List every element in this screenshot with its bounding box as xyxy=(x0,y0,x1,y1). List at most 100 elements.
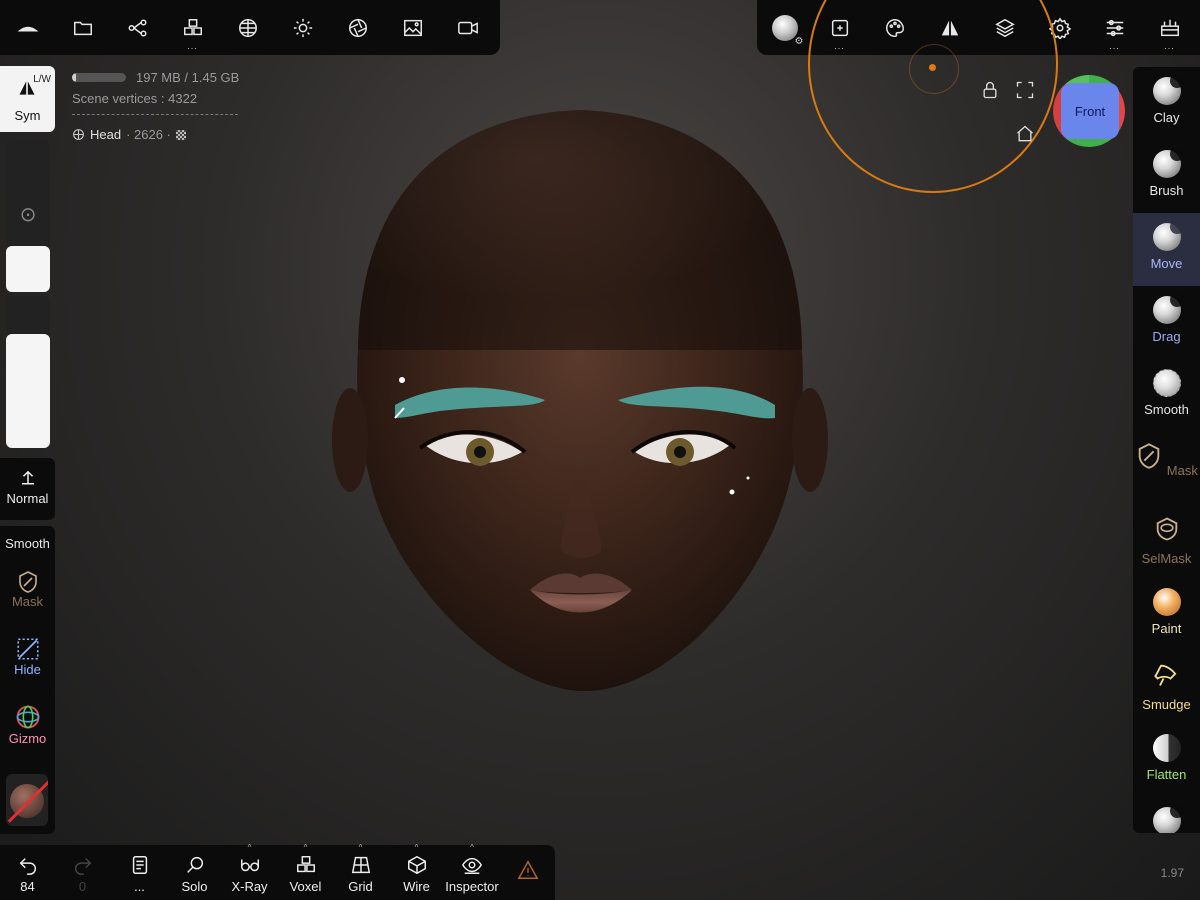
bottom-toolbar: 84 0 ... Solo ^ X-Ray ^ Voxel ^ Grid ^ W… xyxy=(0,843,555,900)
scene-info: 197 MB / 1.45 GB Scene vertices : 4322 H… xyxy=(72,70,239,142)
interface-icon[interactable]: ... xyxy=(1142,0,1197,55)
tool-clay[interactable]: Clay xyxy=(1133,67,1200,140)
object-row[interactable]: Head · 2626 · xyxy=(72,127,239,142)
tool-mask-label: Mask xyxy=(1166,463,1198,478)
more-dots: ... xyxy=(1109,41,1120,51)
tool-drag[interactable]: Drag xyxy=(1133,286,1200,359)
version-label: 1.97 xyxy=(1160,866,1184,880)
left-tool-gizmo[interactable]: Gizmo xyxy=(0,703,55,746)
smudge-icon xyxy=(1153,664,1176,686)
hide-icon xyxy=(16,638,39,660)
left-tool-mask-label: Mask xyxy=(11,594,44,609)
more-dots: ... xyxy=(1164,41,1175,51)
grid-label: Grid xyxy=(348,879,373,894)
tool-flatten[interactable]: Flatten xyxy=(1133,724,1200,797)
radius-slider[interactable]: ⊙ xyxy=(6,140,50,292)
light-icon[interactable] xyxy=(275,0,330,55)
vertices-label: Scene vertices : xyxy=(72,91,165,106)
tool-selmask-label: SelMask xyxy=(1141,551,1192,566)
divider xyxy=(72,114,238,115)
magnifier-icon xyxy=(186,856,203,873)
video-icon[interactable] xyxy=(440,0,495,55)
left-tool-smooth-label: Smooth xyxy=(5,536,50,551)
grid-button[interactable]: ^ Grid xyxy=(333,843,388,900)
memory-bar-fill xyxy=(72,73,77,82)
tool-drag-label: Drag xyxy=(1152,329,1181,344)
sculpt-logo-icon[interactable] xyxy=(0,0,55,55)
tool-move-label: Move xyxy=(1150,256,1183,271)
scene-graph-icon[interactable] xyxy=(110,0,165,55)
right-tools-panel: Clay Brush Move Drag Smooth Mask SelMask… xyxy=(1133,67,1200,833)
xray-button[interactable]: ^ X-Ray xyxy=(222,843,277,900)
left-tools-panel: Smooth Mask Hide Gizmo xyxy=(0,526,55,834)
symmetry-button[interactable]: L/W Sym xyxy=(0,66,55,132)
inspector-label: Inspector xyxy=(445,879,499,894)
undo-button[interactable]: 84 xyxy=(0,845,55,900)
tool-paint[interactable]: Paint xyxy=(1133,578,1200,651)
material-preview-thumbnail[interactable] xyxy=(6,774,48,826)
tool-selmask[interactable]: SelMask xyxy=(1133,505,1200,578)
grid-icon xyxy=(351,856,370,874)
lasso-mask-icon xyxy=(1156,517,1177,541)
voxel-label: Voxel xyxy=(289,879,322,894)
material-icon[interactable]: ⚙ xyxy=(757,0,812,55)
notes-button[interactable]: ... xyxy=(112,845,167,900)
view-cube-face[interactable]: Front xyxy=(1061,83,1119,139)
mesh-icon xyxy=(73,129,84,140)
intensity-fill xyxy=(6,334,50,448)
inspector-button[interactable]: ^ Inspector xyxy=(444,843,500,900)
symmetry-icon xyxy=(19,81,35,95)
intensity-slider[interactable]: ϟ xyxy=(6,296,50,448)
radius-icon: ⊙ xyxy=(19,204,37,226)
redo-button[interactable]: 0 xyxy=(55,845,110,900)
solo-button[interactable]: Solo xyxy=(167,845,222,900)
smooth-brush-icon xyxy=(1152,369,1181,397)
gear-small-icon: ⚙ xyxy=(794,35,804,47)
tool-mask[interactable]: Mask xyxy=(1133,432,1200,505)
stroke-normal-button[interactable]: Normal xyxy=(0,458,55,520)
drag-brush-icon xyxy=(1152,293,1184,324)
object-name: Head xyxy=(90,127,122,142)
redo-count: 0 xyxy=(78,879,87,894)
wireframe-sphere-icon[interactable] xyxy=(220,0,275,55)
tool-brush[interactable]: Brush xyxy=(1133,140,1200,213)
viewport-head-model[interactable] xyxy=(300,100,860,700)
folder-icon[interactable] xyxy=(55,0,110,55)
tool-smudge[interactable]: Smudge xyxy=(1133,651,1200,724)
tool-next[interactable] xyxy=(1133,797,1200,833)
caret-up-icon: ^ xyxy=(414,843,419,852)
image-icon[interactable] xyxy=(385,0,440,55)
caret-up-icon: ^ xyxy=(358,843,363,852)
voxel-button[interactable]: ^ Voxel xyxy=(278,843,333,900)
eye-icon xyxy=(461,857,483,874)
tool-move[interactable]: Move xyxy=(1133,213,1200,286)
lock-icon[interactable] xyxy=(980,80,1000,100)
caret-up-icon: ^ xyxy=(247,843,252,852)
home-icon[interactable] xyxy=(1015,124,1035,144)
sliders-icon[interactable]: ... xyxy=(1087,0,1142,55)
tool-brush-label: Brush xyxy=(1149,183,1184,198)
fullscreen-icon[interactable] xyxy=(1015,80,1035,100)
wire-button[interactable]: ^ Wire xyxy=(389,843,444,900)
checker-icon xyxy=(175,129,186,140)
left-tool-hide[interactable]: Hide xyxy=(0,636,55,677)
radius-fill xyxy=(6,246,50,292)
left-tool-smooth[interactable]: Smooth xyxy=(0,536,55,551)
left-tool-mask[interactable]: Mask xyxy=(0,570,55,609)
pivot-dot[interactable] xyxy=(929,64,936,71)
vertices-value: 4322 xyxy=(168,91,198,106)
next-brush-icon xyxy=(1152,804,1184,833)
view-cube[interactable]: Front xyxy=(1053,75,1125,147)
camera-aperture-icon[interactable] xyxy=(330,0,385,55)
notebook-icon xyxy=(132,856,147,874)
tool-smooth[interactable]: Smooth xyxy=(1133,359,1200,432)
top-left-toolbar: ... xyxy=(0,0,500,55)
warning-button[interactable] xyxy=(500,845,555,900)
undo-icon xyxy=(19,858,36,875)
wire-label: Wire xyxy=(403,879,430,894)
topology-icon[interactable]: ... xyxy=(165,0,220,55)
memory-text: 197 MB / 1.45 GB xyxy=(136,70,240,85)
more-dots: ... xyxy=(187,41,198,51)
left-tool-gizmo-label: Gizmo xyxy=(8,731,47,746)
mask-brush-icon xyxy=(18,571,37,593)
